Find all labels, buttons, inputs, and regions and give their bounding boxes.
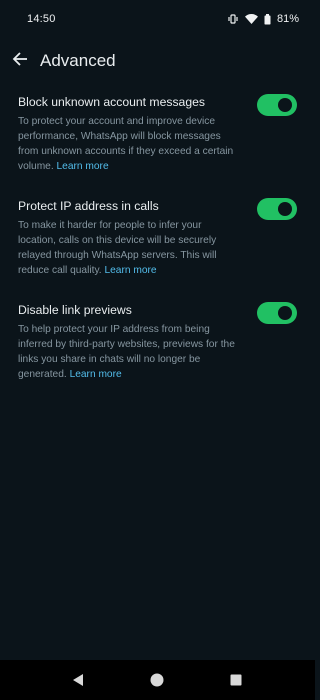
setting-description-text: To protect your account and improve devi… [18, 116, 234, 172]
setting-text: Protect IP address in calls To make it h… [18, 198, 240, 278]
block-unknown-messages-toggle[interactable] [257, 94, 297, 116]
setting-description: To help protect your IP address from bei… [18, 322, 240, 382]
home-circle-icon[interactable] [150, 673, 164, 687]
setting-title: Block unknown account messages [18, 95, 205, 109]
back-button[interactable] [2, 43, 38, 79]
back-triangle-icon[interactable] [72, 673, 84, 687]
setting-description: To make it harder for people to infer yo… [18, 218, 240, 278]
setting-title: Protect IP address in calls [18, 199, 159, 213]
learn-more-link[interactable]: Learn more [70, 369, 122, 380]
setting-disable-link-previews: Disable link previews To help protect yo… [0, 302, 315, 382]
status-icons: 81% [227, 13, 299, 25]
setting-text: Disable link previews To help protect yo… [18, 302, 240, 382]
battery-icon [264, 13, 271, 25]
setting-protect-ip-calls: Protect IP address in calls To make it h… [0, 198, 315, 278]
wifi-icon [244, 14, 258, 24]
status-bar: 14:50 81% [0, 0, 315, 38]
toggle-thumb [278, 98, 292, 112]
setting-text: Block unknown account messages To protec… [18, 94, 240, 174]
setting-description-text: To help protect your IP address from bei… [18, 324, 235, 380]
protect-ip-calls-toggle[interactable] [257, 198, 297, 220]
app-bar: Advanced [0, 40, 315, 82]
page-title: Advanced [40, 51, 116, 70]
arrow-left-icon [12, 51, 28, 71]
recents-square-icon[interactable] [230, 674, 242, 686]
battery-percentage: 81% [276, 13, 299, 25]
setting-title: Disable link previews [18, 303, 132, 317]
toggle-thumb [278, 202, 292, 216]
toggle-thumb [278, 306, 292, 320]
learn-more-link[interactable]: Learn more [57, 161, 109, 172]
setting-description: To protect your account and improve devi… [18, 114, 240, 174]
learn-more-link[interactable]: Learn more [104, 265, 156, 276]
disable-link-previews-toggle[interactable] [257, 302, 297, 324]
system-nav-bar [0, 660, 315, 700]
advanced-settings-screen: 14:50 81% Advanced Block unknown account… [0, 0, 315, 700]
setting-block-unknown-messages: Block unknown account messages To protec… [0, 94, 315, 174]
vibrate-icon [227, 14, 239, 24]
status-time: 14:50 [27, 13, 56, 25]
